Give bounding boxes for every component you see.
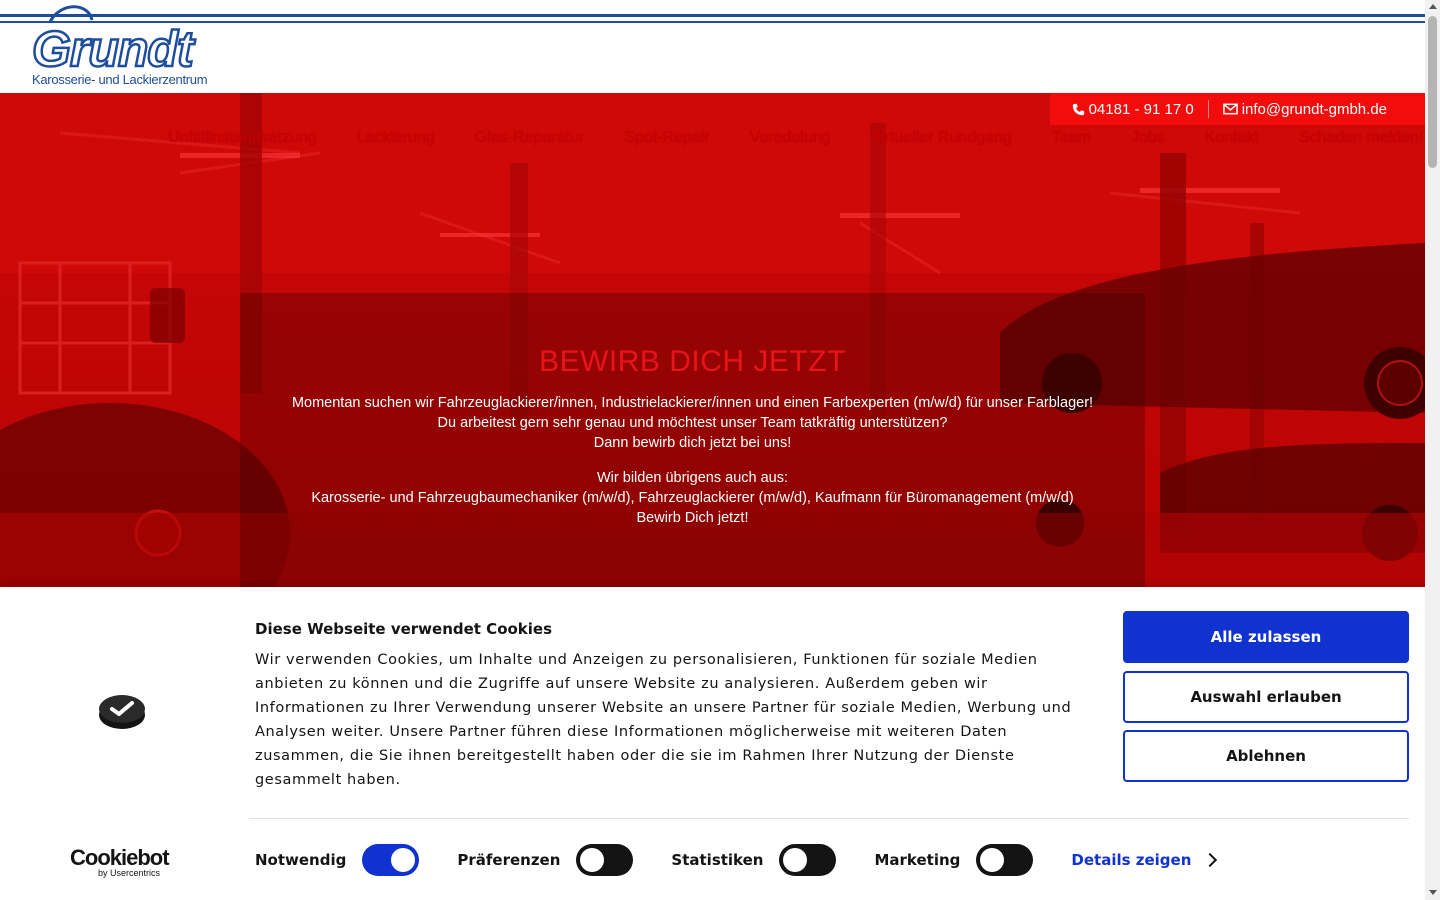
toggle-notwendig: Notwendig xyxy=(255,844,420,876)
hero-line: Dann bewirb dich jetzt bei uns! xyxy=(593,435,792,451)
phone-number: 04181 - 91 17 0 xyxy=(1088,100,1194,118)
toggle-label: Notwendig xyxy=(255,851,347,869)
hero-title: BEWIRB DICH JETZT xyxy=(539,345,846,378)
switch-knob xyxy=(391,848,416,872)
logo-wordmark: Grundt xyxy=(32,21,196,74)
phone-icon xyxy=(1072,103,1084,115)
scroll-down-arrow-icon[interactable] xyxy=(1429,890,1437,895)
hero-paragraph: Wir bilden übrigens auch aus: Karosserie… xyxy=(240,468,1145,528)
nav-item-kontakt[interactable]: Kontakt xyxy=(1185,129,1279,147)
statistiken-switch[interactable] xyxy=(779,844,837,876)
cookie-category-toggles: Notwendig Präferenzen Statistiken Market… xyxy=(255,844,1218,876)
details-link[interactable]: Details zeigen xyxy=(1071,851,1218,869)
contact-divider xyxy=(1207,100,1209,118)
nav-item-glas-reparatur[interactable]: Glas-Reparatur xyxy=(455,129,604,147)
main-navigation: Unfallinstandsetzung Lackierung Glas-Rep… xyxy=(168,129,1425,147)
scroll-up-arrow-icon[interactable] xyxy=(1429,4,1437,9)
notwendig-switch[interactable] xyxy=(362,844,420,876)
nav-item-virtueller-rundgang[interactable]: Virtueller Rundgang xyxy=(851,129,1032,147)
praeferenzen-switch[interactable] xyxy=(576,844,634,876)
hero-text-box: BEWIRB DICH JETZT Momentan suchen wir Fa… xyxy=(240,293,1145,587)
details-label: Details zeigen xyxy=(1071,851,1192,869)
cookiebot-wordmark: Cookiebot xyxy=(70,845,170,870)
hero-line: Du arbeitest gern sehr genau und möchtes… xyxy=(437,415,948,431)
allow-all-button[interactable]: Alle zulassen xyxy=(1123,611,1409,663)
logo-tagline: Karosserie- und Lackierzentrum xyxy=(32,72,208,87)
hero-line: Momentan suchen wir Fahrzeuglackierer/in… xyxy=(291,395,1094,411)
envelope-icon xyxy=(1222,103,1238,115)
cookie-title: Diese Webseite verwendet Cookies xyxy=(255,620,553,638)
switch-knob xyxy=(580,848,605,872)
nav-item-lackierung[interactable]: Lackierung xyxy=(337,129,455,147)
cookie-divider xyxy=(249,818,1409,819)
nav-item-spot-repair[interactable]: Spot-Repair xyxy=(604,129,729,147)
contact-bar: 04181 - 91 17 0 info@grundt-gmbh.de xyxy=(1050,93,1425,125)
grundt-logo[interactable]: Grundt Karosserie- und Lackierzentrum xyxy=(30,4,225,90)
nav-item-veredelung[interactable]: Veredelung xyxy=(730,129,851,147)
logo-mark: Grundt xyxy=(31,5,198,78)
hero-section: 04181 - 91 17 0 info@grundt-gmbh.de Unfa… xyxy=(0,93,1425,587)
nav-item-unfallinstandsetzung[interactable]: Unfallinstandsetzung xyxy=(168,129,337,147)
nav-item-team[interactable]: Team xyxy=(1032,129,1111,147)
toggle-label: Präferenzen xyxy=(457,851,561,869)
deny-button[interactable]: Ablehnen xyxy=(1123,730,1409,782)
nav-item-schaden-melden[interactable]: Schaden melden! xyxy=(1279,129,1425,147)
cookie-consent-banner: Cookiebot by Usercentrics Diese Webseite… xyxy=(0,587,1425,900)
cookiebot-badge-icon xyxy=(98,693,146,736)
hero-line: Karosserie- und Fahrzeugbaumechaniker (m… xyxy=(311,490,1074,506)
toggle-praeferenzen: Präferenzen xyxy=(457,844,634,876)
cookiebot-sub: by Usercentrics xyxy=(98,868,161,878)
toggle-statistiken: Statistiken xyxy=(671,844,837,876)
email-link[interactable]: info@grundt-gmbh.de xyxy=(1222,100,1387,118)
email-address: info@grundt-gmbh.de xyxy=(1241,100,1387,118)
allow-selection-button[interactable]: Auswahl erlauben xyxy=(1123,671,1409,723)
marketing-switch[interactable] xyxy=(976,844,1034,876)
page-scrollbar[interactable] xyxy=(1425,0,1440,900)
toggle-marketing: Marketing xyxy=(874,844,1034,876)
chevron-right-icon xyxy=(1203,852,1218,868)
scrollbar-thumb[interactable] xyxy=(1428,16,1437,168)
switch-knob xyxy=(980,848,1005,872)
phone-link[interactable]: 04181 - 91 17 0 xyxy=(1072,101,1194,118)
cookiebot-logo[interactable]: Cookiebot by Usercentrics xyxy=(70,845,180,884)
hero-paragraph: Momentan suchen wir Fahrzeuglackierer/in… xyxy=(240,393,1145,453)
hero-link[interactable]: Bewirb Dich jetzt! xyxy=(240,508,1145,528)
toggle-label: Statistiken xyxy=(671,851,764,869)
hero-line: Wir bilden übrigens auch aus: xyxy=(596,470,789,486)
toggle-label: Marketing xyxy=(874,851,961,869)
switch-knob xyxy=(783,848,808,872)
nav-item-jobs[interactable]: Jobs xyxy=(1111,129,1185,147)
site-header: Grundt Karosserie- und Lackierzentrum xyxy=(0,0,1425,93)
cookie-description: Wir verwenden Cookies, um Inhalte und An… xyxy=(255,652,1072,788)
